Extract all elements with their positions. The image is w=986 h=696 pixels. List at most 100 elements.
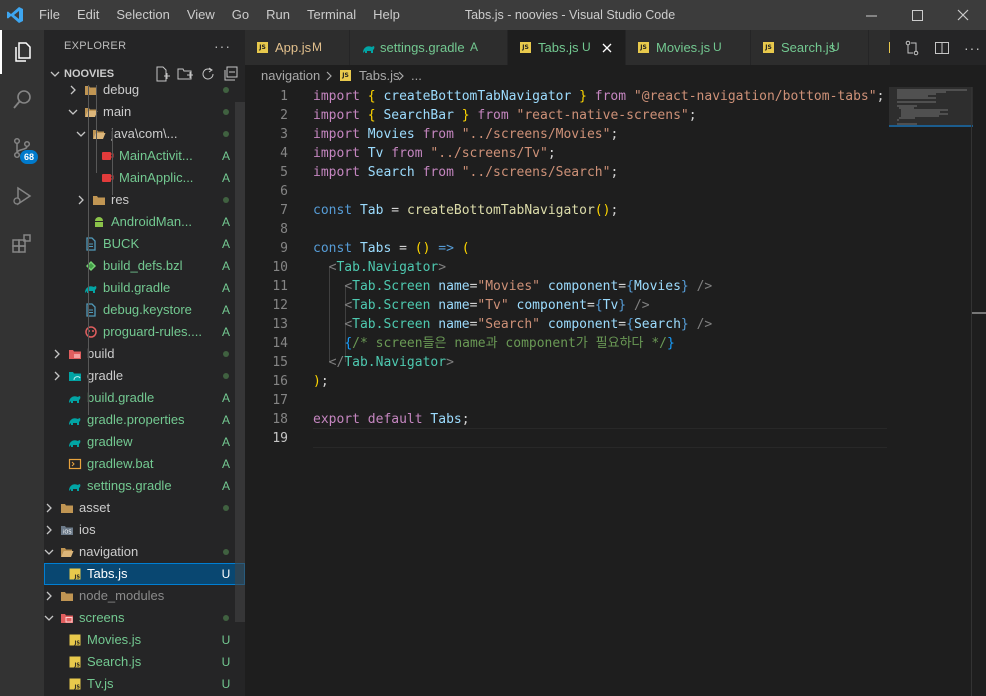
menu-terminal[interactable]: Terminal xyxy=(298,0,364,30)
git-status-dot xyxy=(223,505,229,511)
code-line: 10 <Tab.Navigator> xyxy=(245,258,889,277)
menu-edit[interactable]: Edit xyxy=(68,0,107,30)
tree-file[interactable]: JS Search.js U xyxy=(44,651,245,673)
split-editor-icon[interactable] xyxy=(934,40,950,56)
git-status-badge: A xyxy=(221,259,230,273)
explorer-button[interactable] xyxy=(0,30,44,74)
tree-file[interactable]: JS Tabs.js U xyxy=(44,563,245,585)
line-text: <Tab.Navigator> xyxy=(328,260,447,275)
tree-file[interactable]: settings.gradle A xyxy=(44,475,245,497)
folder-screens-icon xyxy=(61,614,73,623)
run-debug-icon xyxy=(13,186,32,206)
extensions-button[interactable] xyxy=(0,222,44,266)
source-control-button[interactable]: 68 xyxy=(0,126,44,170)
js-file-icon: JS xyxy=(69,634,81,647)
git-status-dot xyxy=(223,131,229,137)
tree-folder[interactable]: iOS ios xyxy=(44,519,245,541)
run-debug-button[interactable] xyxy=(0,174,44,218)
code-line: 12 <Tab.Screen name="Tv" component={Tv} … xyxy=(245,296,889,315)
menu-run[interactable]: Run xyxy=(257,0,298,30)
breadcrumb-file[interactable]: Tabs.js xyxy=(359,65,399,87)
line-number: 11 xyxy=(272,279,288,294)
explorer-sidebar: EXPLORER ··· NOOVIES debug main java\com\.… xyxy=(44,30,245,696)
tree-file[interactable]: BUCK A xyxy=(44,233,245,255)
editor-tab-bar: JS App.js Msettings.gradle A JS Tabs.js U JS Mov… xyxy=(245,30,986,65)
tree-folder[interactable]: gradle xyxy=(44,365,245,387)
breadcrumb: navigation JS Tabs.js ... xyxy=(245,65,986,87)
tree-file[interactable]: JS Tv.js U xyxy=(44,673,245,695)
git-status-badge: A xyxy=(221,171,230,185)
git-status-badge: A xyxy=(221,215,230,229)
breadcrumb-folder[interactable]: navigation xyxy=(261,65,320,87)
line-number: 5 xyxy=(280,165,288,180)
git-status-badge: U xyxy=(221,655,231,669)
gradle-icon xyxy=(69,440,81,447)
minimap[interactable] xyxy=(889,87,973,696)
tree-file[interactable]: build_defs.bzl A xyxy=(44,255,245,277)
editor-scrollbar[interactable] xyxy=(971,87,986,696)
tree-file[interactable]: debug.keystore A xyxy=(44,299,245,321)
tree-folder[interactable]: node_modules xyxy=(44,585,245,607)
line-text: import { SearchBar } from "react-native-… xyxy=(313,108,697,123)
menu-go[interactable]: Go xyxy=(223,0,257,30)
tree-file[interactable]: JS Movies.js U xyxy=(44,629,245,651)
line-number: 10 xyxy=(272,260,288,275)
tree-file[interactable]: AndroidMan... A xyxy=(44,211,245,233)
sidebar-scrollbar[interactable] xyxy=(235,102,245,622)
tab-tabs-js[interactable]: JS Tabs.js U xyxy=(508,30,626,65)
tab-settings-gradle[interactable]: settings.gradle A xyxy=(350,30,508,65)
folder-icon xyxy=(61,592,73,601)
maximize-button[interactable] xyxy=(894,0,940,30)
file-icon xyxy=(86,303,96,317)
menu-view[interactable]: View xyxy=(178,0,223,30)
line-number: 2 xyxy=(280,108,288,123)
line-number: 9 xyxy=(280,241,288,256)
tree-file[interactable]: gradle.properties A xyxy=(44,409,245,431)
close-tab-icon[interactable] xyxy=(602,43,612,53)
minimize-button[interactable] xyxy=(848,0,894,30)
more-actions-icon[interactable]: ··· xyxy=(214,30,231,63)
minimap-slider[interactable] xyxy=(889,87,973,127)
tree-item-label: AndroidMan... xyxy=(111,214,192,229)
code-line: 19 xyxy=(245,429,889,448)
code-line: 8 xyxy=(245,220,889,239)
close-window-button[interactable] xyxy=(940,0,986,30)
tree-folder[interactable]: build xyxy=(44,343,245,365)
menu-file[interactable]: File xyxy=(30,0,68,30)
code-line: 4 import Tv from "../screens/Tv"; xyxy=(245,144,889,163)
more-actions-icon[interactable]: ··· xyxy=(964,40,981,56)
tab-app-js[interactable]: JS App.js M xyxy=(245,30,350,65)
tree-item-label: gradle xyxy=(87,368,124,383)
tree-folder[interactable]: navigation xyxy=(44,541,245,563)
menu-selection[interactable]: Selection xyxy=(107,0,177,30)
code-line: 2 import { SearchBar } from "react-native… xyxy=(245,106,889,125)
git-status-dot xyxy=(223,615,229,621)
tree-file[interactable]: gradlew.bat A xyxy=(44,453,245,475)
tree-file[interactable]: MainActivit... A xyxy=(44,145,245,167)
line-number: 1 xyxy=(280,89,288,104)
tree-folder[interactable]: debug xyxy=(44,79,245,101)
breadcrumb-symbol[interactable]: ... xyxy=(411,65,422,87)
code-editor[interactable]: 1 import { createBottomTabNavigator } fro… xyxy=(245,87,986,696)
tab-movies-js[interactable]: JS Movies.js U xyxy=(626,30,751,65)
search-button[interactable] xyxy=(0,78,44,122)
tree-file[interactable]: build.gradle A xyxy=(44,277,245,299)
tree-folder[interactable]: screens xyxy=(44,607,245,629)
folder-gradle-icon xyxy=(69,372,81,381)
tree-file[interactable]: gradlew A xyxy=(44,431,245,453)
tree-folder[interactable]: res xyxy=(44,189,245,211)
tab-search-js[interactable]: JS Search.js U xyxy=(751,30,869,65)
tree-item-label: build.gradle xyxy=(87,390,155,405)
tree-folder[interactable]: asset xyxy=(44,497,245,519)
menu-help[interactable]: Help xyxy=(364,0,408,30)
tree-folder[interactable]: java\com\... xyxy=(44,123,245,145)
tree-file[interactable]: MainApplic... A xyxy=(44,167,245,189)
tree-file[interactable]: proguard-rules.... A xyxy=(44,321,245,343)
compare-changes-icon[interactable] xyxy=(904,40,920,56)
svg-text:JS: JS xyxy=(74,641,81,647)
folder-ios-icon: iOS xyxy=(61,526,73,536)
git-status-dot xyxy=(223,197,229,203)
tree-file[interactable]: build.gradle A xyxy=(44,387,245,409)
tab-git-status: U xyxy=(831,40,840,54)
tree-folder[interactable]: main xyxy=(44,101,245,123)
